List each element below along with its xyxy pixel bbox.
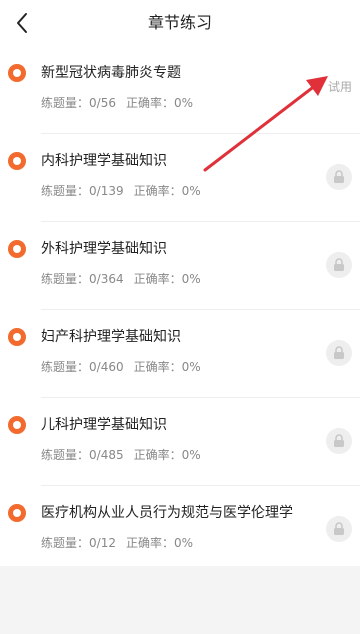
chapter-name: 新型冠状病毒肺炎专题 xyxy=(41,65,181,81)
count-label: 练题量： xyxy=(41,272,90,286)
accuracy-value: 0% xyxy=(181,184,201,198)
count-label: 练题量： xyxy=(41,448,90,462)
bullet-icon xyxy=(8,416,26,434)
chapter-name: 妇产科护理学基础知识 xyxy=(41,329,181,345)
accuracy-label: 正确率： xyxy=(133,448,182,462)
accuracy-label: 正确率： xyxy=(125,536,174,550)
lock-icon xyxy=(326,252,352,278)
chapter-name: 内科护理学基础知识 xyxy=(41,153,167,169)
bullet-icon xyxy=(8,64,26,82)
accuracy-value: 0% xyxy=(173,96,194,110)
accuracy-label: 正确率： xyxy=(133,360,182,374)
lock-icon xyxy=(326,516,352,542)
chapter-name: 医疗机构从业人员行为规范与医学伦理学 xyxy=(41,505,293,521)
header-bar: 章节练习 xyxy=(0,0,360,46)
page-title: 章节练习 xyxy=(147,13,212,32)
lock-icon xyxy=(326,428,352,454)
chapter-item[interactable]: 妇产科护理学基础知识 练题量：0/460 正确率：0% xyxy=(0,310,360,398)
chapter-item[interactable]: 新型冠状病毒肺炎专题 练题量：0/56 正确率：0% 试用 xyxy=(0,46,360,134)
bullet-icon xyxy=(8,240,26,258)
chapter-name: 外科护理学基础知识 xyxy=(41,241,167,257)
count-label: 练题量： xyxy=(41,536,90,550)
bullet-icon xyxy=(8,152,26,170)
chapter-stats: 练题量：0/12 正确率：0% xyxy=(41,534,193,551)
chapter-stats: 练题量：0/460 正确率：0% xyxy=(41,358,201,375)
bullet-icon xyxy=(8,504,26,522)
chapter-item[interactable]: 内科护理学基础知识 练题量：0/139 正确率：0% xyxy=(0,134,360,222)
lock-icon xyxy=(326,164,352,190)
accuracy-value: 0% xyxy=(173,536,194,550)
count-value: 0/56 xyxy=(89,96,116,110)
chapter-item[interactable]: 儿科护理学基础知识 练题量：0/485 正确率：0% xyxy=(0,398,360,486)
bullet-icon xyxy=(8,328,26,346)
count-value: 0/364 xyxy=(89,272,124,286)
chapter-item[interactable]: 医疗机构从业人员行为规范与医学伦理学 练题量：0/12 正确率：0% xyxy=(0,486,360,574)
lock-icon xyxy=(326,340,352,366)
count-value: 0/485 xyxy=(89,448,124,462)
chapter-stats: 练题量：0/485 正确率：0% xyxy=(41,446,201,463)
accuracy-value: 0% xyxy=(181,448,201,462)
accuracy-value: 0% xyxy=(181,272,201,286)
chapter-stats: 练题量：0/56 正确率：0% xyxy=(41,94,193,111)
count-label: 练题量： xyxy=(41,360,90,374)
count-label: 练题量： xyxy=(41,96,90,110)
count-value: 0/139 xyxy=(89,184,124,198)
accuracy-value: 0% xyxy=(181,360,201,374)
count-label: 练题量： xyxy=(41,184,90,198)
chapter-list: 新型冠状病毒肺炎专题 练题量：0/56 正确率：0% 试用 内科护理学基础知识 练… xyxy=(0,46,360,566)
chapter-stats: 练题量：0/364 正确率：0% xyxy=(41,270,201,287)
chapter-name: 儿科护理学基础知识 xyxy=(41,417,167,433)
count-value: 0/460 xyxy=(89,360,124,374)
count-value: 0/12 xyxy=(89,536,116,550)
accuracy-label: 正确率： xyxy=(125,96,174,110)
accuracy-label: 正确率： xyxy=(133,272,182,286)
chapter-item[interactable]: 外科护理学基础知识 练题量：0/364 正确率：0% xyxy=(0,222,360,310)
chapter-stats: 练题量：0/139 正确率：0% xyxy=(41,182,201,199)
trial-button[interactable]: 试用 xyxy=(328,78,352,95)
accuracy-label: 正确率： xyxy=(133,184,182,198)
